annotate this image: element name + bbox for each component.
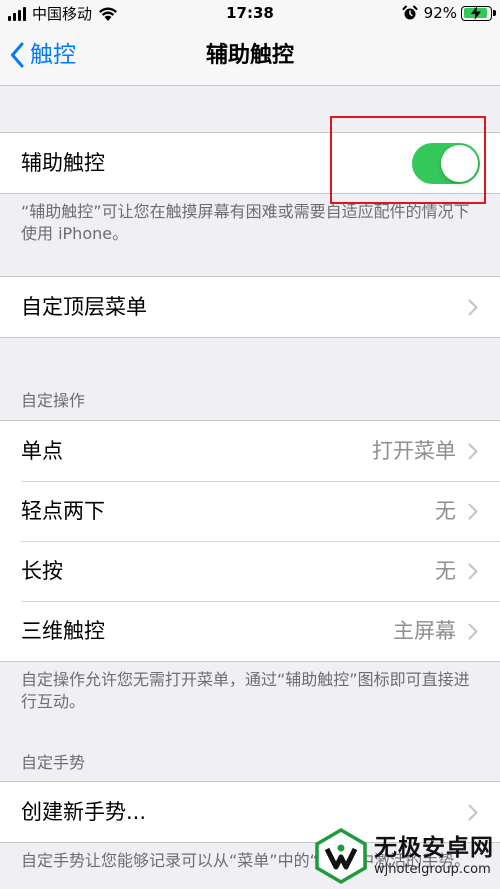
customize-top-menu-row[interactable]: 自定顶层菜单 [0,277,500,337]
watermark-title: 无极安卓网 [374,834,494,861]
watermark-text: 无极安卓网 wjhotelgroup.com [374,834,494,878]
top-menu-group: 自定顶层菜单 [0,276,500,338]
action-row-double-tap[interactable]: 轻点两下 无 [0,481,500,541]
watermark-url: wjhotelgroup.com [374,861,491,877]
action-value: 主屏幕 [393,619,456,643]
chevron-right-icon [468,804,478,820]
custom-actions-group: 单点 打开菜单 轻点两下 无 长按 无 三维触控 主屏幕 [0,420,500,662]
status-bar: 中国移动 17:38 92% [0,0,500,28]
watermark: 无极安卓网 wjhotelgroup.com [312,822,498,889]
custom-actions-header: 自定操作 [21,391,86,410]
chevron-right-icon [468,443,478,459]
customize-top-menu-label: 自定顶层菜单 [21,295,147,319]
status-right: 92% [402,4,496,22]
battery-icon [461,5,496,21]
action-label: 长按 [21,559,63,583]
watermark-logo-icon [315,827,367,884]
page-title: 辅助触控 [205,43,294,68]
battery-percent: 92% [423,4,457,22]
action-label: 三维触控 [21,619,105,643]
charging-bolt-icon [471,5,481,20]
alarm-icon [402,5,418,20]
chevron-right-icon [468,623,478,639]
action-value: 打开菜单 [372,439,456,463]
chevron-right-icon [468,299,478,315]
assistive-touch-footer: “辅助触控”可让您在触摸屏幕有困难或需要自适应配件的情况下使用 iPhone。 [21,202,470,243]
chevron-right-icon [468,563,478,579]
action-row-3d-touch[interactable]: 三维触控 主屏幕 [0,601,500,661]
chevron-right-icon [468,503,478,519]
action-label: 单点 [21,439,63,463]
highlight-annotation-box [330,116,486,204]
custom-gestures-header: 自定手势 [21,753,86,772]
custom-actions-footer: 自定操作允许您无需打开菜单，通过“辅助触控”图标即可直接进行互动。 [21,670,470,711]
action-value: 无 [435,559,456,583]
action-label: 轻点两下 [21,499,105,523]
navigation-bar: 触控 辅助触控 [0,28,500,86]
action-row-long-press[interactable]: 长按 无 [0,541,500,601]
action-value: 无 [435,499,456,523]
action-row-single-tap[interactable]: 单点 打开菜单 [0,421,500,481]
